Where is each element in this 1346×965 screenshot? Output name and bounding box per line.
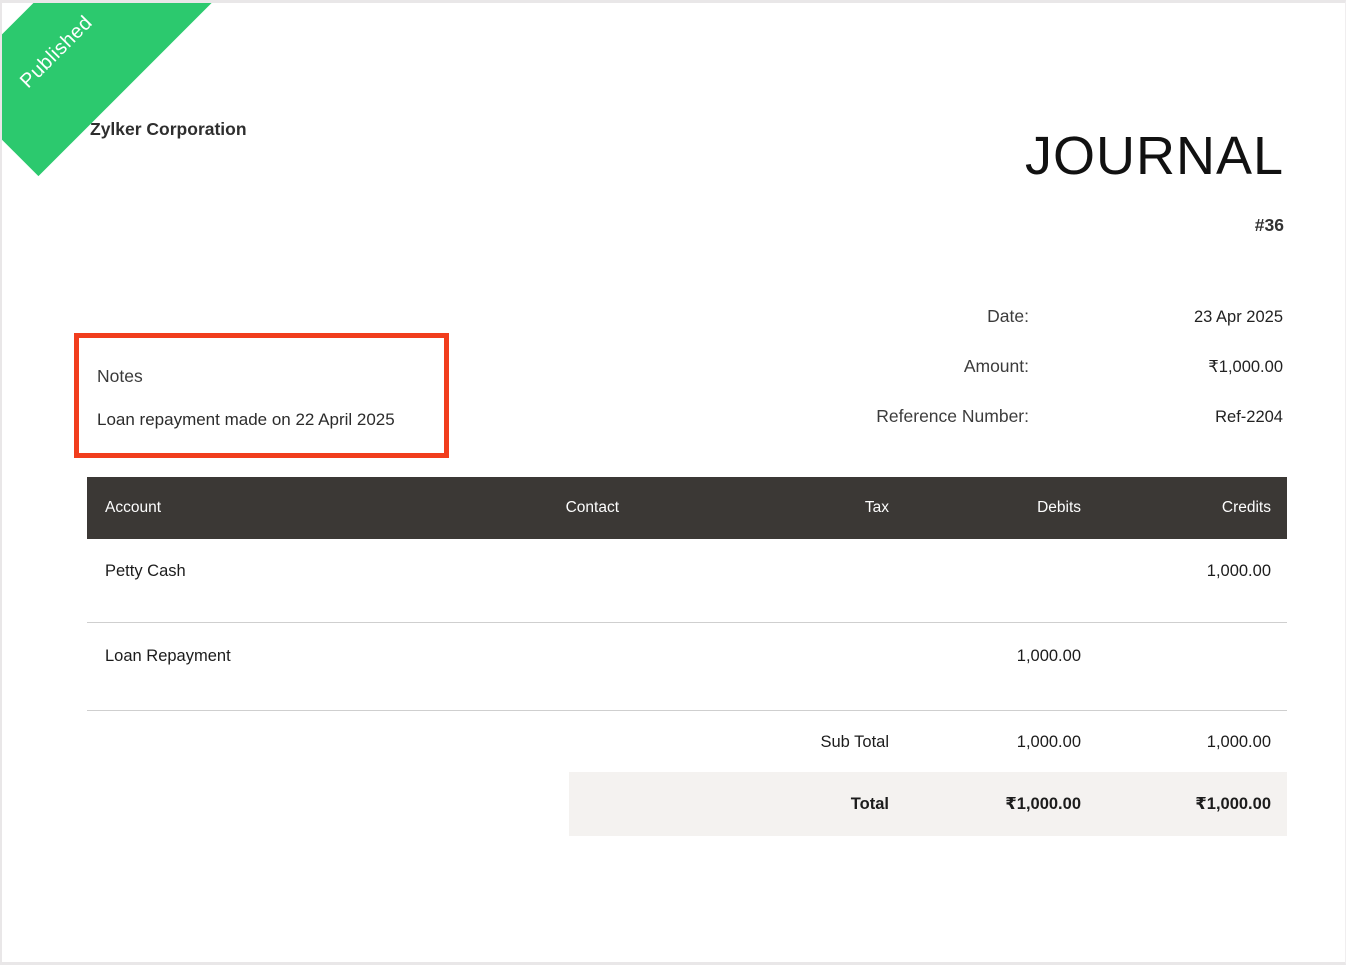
subtotal-row: Sub Total 1,000.00 1,000.00 [87,711,1287,772]
meta-row-date: Date: 23 Apr 2025 [763,306,1283,328]
header-tax: Tax [635,499,905,517]
journal-entries-table: Account Contact Tax Debits Credits Petty… [87,477,1287,836]
row-tax [635,624,905,647]
reference-number-value: Ref-2204 [1029,408,1283,427]
row-credits [1097,624,1287,647]
meta-row-amount: Amount: ₹1,000.00 [763,356,1283,378]
notes-highlight-box: Notes Loan repayment made on 22 April 20… [74,333,449,458]
published-ribbon-label: Published [16,11,98,93]
table-header-row: Account Contact Tax Debits Credits [87,477,1287,539]
document-number: #36 [1255,215,1284,236]
notes-text: Loan repayment made on 22 April 2025 [97,410,395,430]
subtotal-debits: 1,000.00 [905,711,1097,752]
row-tax [635,539,905,562]
subtotal-credits: 1,000.00 [1097,711,1287,752]
document-meta: Date: 23 Apr 2025 Amount: ₹1,000.00 Refe… [763,306,1283,456]
row-account: Petty Cash [87,539,435,581]
amount-label: Amount: [964,356,1029,377]
journal-document-page: Published Zylker Corporation JOURNAL #36… [0,0,1346,965]
subtotal-label: Sub Total [87,711,905,752]
row-account: Loan Repayment [87,624,435,666]
table-row: Loan Repayment 1,000.00 [87,623,1287,711]
header-credits: Credits [1097,499,1287,517]
row-debits [905,539,1097,562]
header-contact: Contact [435,499,635,517]
total-debits: ₹1,000.00 [905,794,1097,814]
header-account: Account [87,499,435,517]
header-debits: Debits [905,499,1097,517]
total-label: Total [569,795,905,814]
published-ribbon: Published [0,0,212,176]
meta-row-reference: Reference Number: Ref-2204 [763,406,1283,428]
row-credits: 1,000.00 [1097,539,1287,581]
date-label: Date: [987,306,1029,327]
total-row: Total ₹1,000.00 ₹1,000.00 [569,772,1287,836]
company-name: Zylker Corporation [90,119,247,140]
document-title: JOURNAL [1025,127,1284,186]
row-contact [435,624,635,647]
total-credits: ₹1,000.00 [1097,794,1287,814]
date-value: 23 Apr 2025 [1029,308,1283,327]
row-contact [435,539,635,562]
amount-value: ₹1,000.00 [1029,357,1283,377]
notes-label: Notes [97,366,143,387]
reference-number-label: Reference Number: [876,406,1029,427]
table-row: Petty Cash 1,000.00 [87,539,1287,623]
row-debits: 1,000.00 [905,624,1097,666]
